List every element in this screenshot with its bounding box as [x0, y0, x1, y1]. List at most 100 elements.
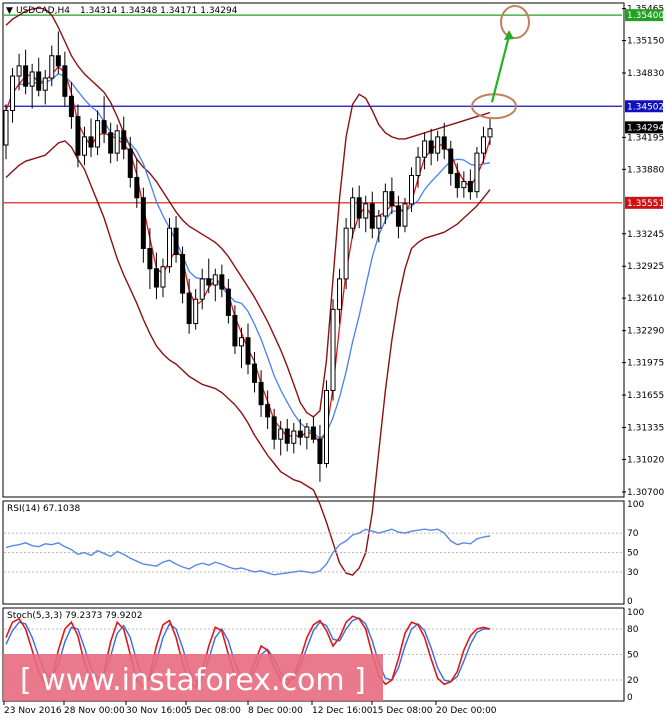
candle-body	[62, 65, 68, 97]
price-tick-label: 1.32925	[627, 262, 664, 272]
candle-body	[160, 266, 166, 288]
candle-body	[474, 152, 480, 193]
candle	[330, 299, 336, 401]
candle-body	[199, 278, 205, 300]
candle-body	[422, 140, 428, 158]
rsi-tick-label: 50	[627, 549, 639, 559]
candle-body	[193, 298, 199, 325]
price-tick-label: 1.35150	[627, 37, 664, 47]
price-tick-label: 1.34830	[627, 69, 664, 79]
candle-body	[81, 136, 87, 156]
candle-body	[95, 120, 101, 148]
candle-body	[114, 130, 120, 154]
candle-body	[127, 148, 133, 178]
price-tick-label: 1.31975	[627, 359, 664, 369]
candle-body	[206, 278, 212, 286]
candle-body	[121, 130, 127, 150]
stoch-tick-label: 0	[627, 693, 633, 703]
candle-body	[415, 156, 421, 176]
time-tick-label: 28 Nov 00:00	[64, 706, 125, 716]
rsi-tick-label: 0	[627, 597, 633, 607]
level-label-text: 1.34502	[627, 102, 664, 112]
candle-body	[147, 247, 153, 270]
level-label-text: 1.35551	[627, 199, 664, 209]
candle	[343, 218, 349, 290]
time-tick-label: 8 Dec 00:00	[248, 706, 303, 716]
candle-body	[180, 254, 186, 294]
candle-body	[212, 274, 218, 286]
candle-body	[304, 426, 310, 438]
stoch-tick-label: 20	[627, 676, 639, 686]
candle	[323, 380, 329, 468]
candle-body	[317, 438, 323, 465]
candle-body	[402, 203, 408, 227]
rsi-tick-label: 70	[627, 529, 639, 539]
candle-body	[16, 65, 22, 77]
candle-body	[291, 430, 297, 444]
time-tick-label: 30 Nov 16:00	[126, 706, 187, 716]
candle-body	[265, 404, 271, 418]
candle-body	[356, 197, 362, 219]
level-label: 1.35400	[625, 9, 664, 22]
candle-body	[395, 205, 401, 227]
candle-body	[376, 215, 382, 229]
candle-body	[36, 71, 42, 91]
candle-body	[480, 136, 486, 154]
candle-body	[88, 136, 94, 148]
candle-body	[337, 278, 343, 310]
candle-body	[232, 314, 238, 347]
rsi-tick-label: 30	[627, 568, 639, 578]
candle-body	[369, 203, 375, 229]
candle-body	[225, 288, 231, 316]
stoch-label: Stoch(5,3,3) 79.2373 79.9202	[7, 611, 142, 621]
candle-body	[428, 140, 434, 154]
candle-body	[68, 95, 74, 118]
candle-body	[10, 75, 16, 112]
collapse-triangle-icon[interactable]: ▼	[6, 6, 13, 16]
candle-body	[42, 77, 48, 91]
candle-body	[55, 55, 61, 67]
candle-body	[389, 191, 395, 207]
candle-body	[330, 308, 336, 391]
candle-body	[245, 337, 251, 365]
time-tick-label: 20 Dec 00:00	[436, 706, 497, 716]
candle-body	[343, 227, 349, 280]
price-tick-label: 1.31335	[627, 424, 664, 434]
candle-body	[284, 428, 290, 444]
candle-body	[310, 426, 316, 440]
price-tick-label: 1.33880	[627, 165, 664, 175]
time-tick-label: 23 Nov 2016	[4, 706, 62, 716]
candle-body	[435, 136, 441, 154]
candle-body	[350, 197, 356, 229]
price-tick-label: 1.30700	[627, 488, 664, 498]
rsi-label: RSI(14) 67.1038	[7, 504, 80, 514]
candle-body	[219, 274, 225, 290]
candle-body	[461, 181, 467, 189]
price-tick-label: 1.31020	[627, 455, 664, 465]
watermark: [ www.instaforex.com ]	[3, 654, 383, 701]
candle-body	[23, 65, 29, 87]
candle-body	[101, 120, 107, 134]
candle-body	[167, 227, 173, 268]
stoch-tick-label: 50	[627, 651, 639, 661]
current-price-label: 1.34294	[625, 121, 664, 133]
time-tick-label: 15 Dec 08:00	[372, 706, 433, 716]
candle-body	[409, 174, 415, 205]
candle-body	[173, 227, 179, 256]
symbol-label: USDCAD,H4	[16, 6, 70, 16]
price-tick-label: 1.33245	[627, 230, 664, 240]
ohlc-readout: 1.34314 1.34348 1.34171 1.34294	[80, 6, 238, 16]
candle-body	[278, 428, 284, 440]
candle-body	[186, 292, 192, 325]
price-tick-label: 1.34195	[627, 133, 664, 143]
stoch-tick-label: 100	[627, 608, 644, 618]
level-label: 1.34502	[625, 100, 664, 113]
candle-body	[140, 197, 146, 249]
candle-body	[75, 116, 81, 156]
candle-body	[134, 176, 140, 199]
candle-body	[441, 136, 447, 150]
candle-body	[29, 71, 35, 87]
candle-body	[487, 128, 493, 138]
candle-body	[297, 430, 303, 438]
candle-body	[252, 363, 258, 383]
